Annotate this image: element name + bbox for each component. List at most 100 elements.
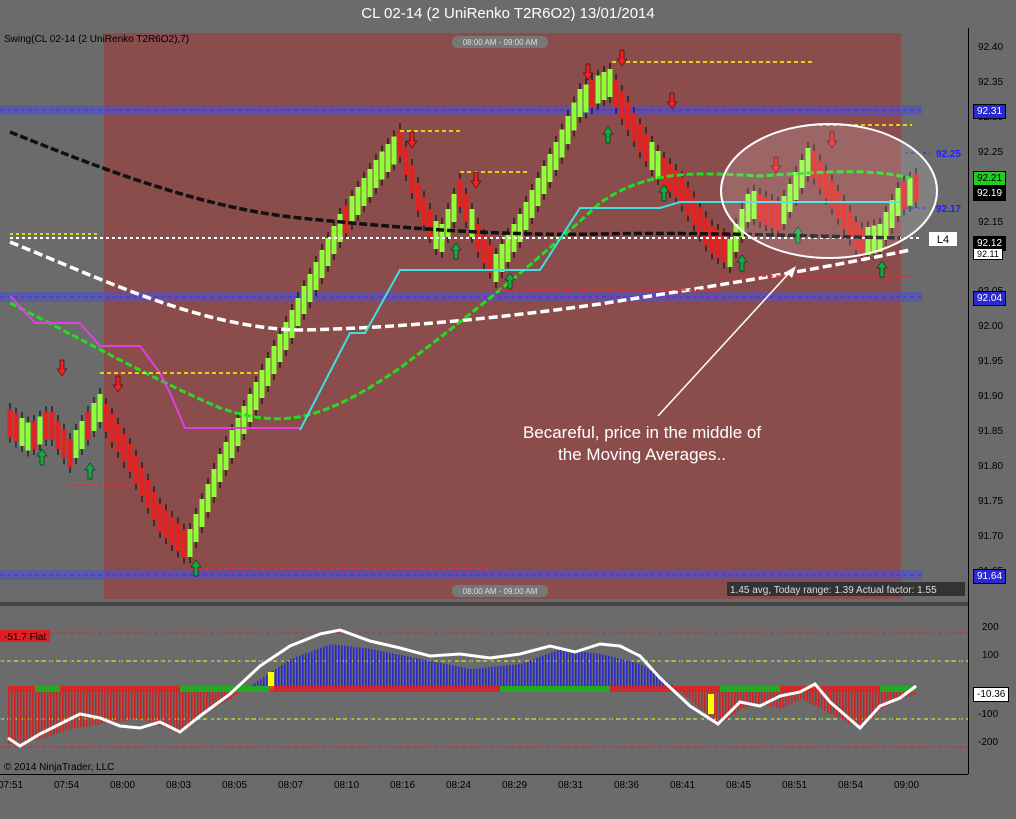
osc-bar-negative (116, 689, 118, 722)
osc-bar-positive (443, 663, 445, 689)
bear-bar (697, 207, 703, 236)
price-marker-92-19: 92.19 (973, 186, 1007, 201)
osc-bar-positive (512, 664, 514, 689)
osc-tick-m100: -100 (978, 709, 999, 720)
osc-tick-100: 100 (982, 650, 999, 661)
price-tick: 91.85 (978, 425, 1004, 437)
bear-bar (139, 468, 145, 496)
osc-bar-positive (482, 667, 484, 689)
bull-bar (529, 190, 535, 218)
time-tick: 08:36 (614, 780, 640, 791)
bear-bar (619, 91, 625, 119)
osc-bar-positive (524, 662, 526, 689)
bull-bar (223, 442, 229, 470)
osc-current-marker: -10.36 (973, 687, 1010, 702)
bear-bar (163, 510, 169, 539)
osc-bar-positive (332, 644, 334, 689)
osc-bar-negative (200, 689, 202, 714)
bull-bar (547, 154, 553, 182)
time-tick: 09:00 (894, 780, 920, 791)
osc-bar-positive (341, 645, 343, 689)
osc-bar-negative (167, 689, 169, 730)
bull-bar (229, 430, 235, 458)
osc-bar-positive (335, 644, 337, 689)
bull-bar (253, 382, 259, 410)
osc-bar-positive (452, 665, 454, 689)
osc-bar-positive (284, 663, 286, 689)
osc-bar-positive (281, 665, 283, 689)
osc-tick-200: 200 (982, 622, 999, 633)
osc-bar-negative (209, 689, 211, 710)
osc-bar-negative (26, 689, 28, 742)
oscillator-chart[interactable]: -51.7 Flat © 2014 NinjaTrader, LLC (0, 606, 968, 774)
osc-bar-positive (449, 664, 451, 689)
time-tick: 08:16 (390, 780, 416, 791)
osc-bar-negative (89, 689, 91, 726)
osc-bar-positive (605, 655, 607, 689)
osc-bar-negative (131, 689, 133, 721)
osc-bar-positive (296, 656, 298, 689)
osc-bar-positive (599, 653, 601, 689)
price-tick: 91.95 (978, 356, 1004, 368)
osc-bar-positive (581, 651, 583, 689)
price-tick: 92.35 (978, 76, 1004, 88)
osc-bar-positive (500, 666, 502, 689)
osc-bar-positive (467, 668, 469, 689)
osc-bar-negative (191, 689, 193, 723)
bear-bar (457, 179, 463, 207)
osc-bar-negative (119, 689, 121, 722)
price-chart[interactable]: 08:00 AM - 09:00 AM 08:00 AM - 09:00 AM … (0, 28, 968, 602)
osc-bar-positive (461, 667, 463, 689)
oscillator-panel[interactable]: -51.7 Flat © 2014 NinjaTrader, LLC (0, 606, 968, 774)
bear-bar (127, 444, 133, 472)
osc-bar-positive (338, 645, 340, 689)
osc-bar-negative (83, 689, 85, 727)
osc-bar-positive (344, 645, 346, 689)
osc-bar-positive (491, 666, 493, 689)
osc-bar-negative (719, 689, 721, 724)
osc-bar-positive (515, 664, 517, 689)
price-panel[interactable]: 08:00 AM - 09:00 AM 08:00 AM - 09:00 AM … (0, 28, 968, 602)
bear-bar (481, 235, 487, 264)
bear-bar (427, 209, 433, 237)
swing-low-label: 92.17 (936, 204, 961, 215)
time-tick: 07:51 (0, 780, 24, 791)
osc-bar-positive (566, 649, 568, 689)
bull-bar (271, 346, 277, 374)
osc-bar-positive (647, 668, 649, 689)
osc-bar-positive (302, 654, 304, 689)
bull-bar (247, 394, 253, 422)
time-tick: 08:05 (222, 780, 248, 791)
bear-bar (643, 133, 649, 161)
osc-bar-positive (398, 654, 400, 689)
bull-bar (241, 406, 247, 434)
osc-bar-positive (353, 646, 355, 689)
osc-bar-positive (542, 655, 544, 689)
osc-bar-negative (170, 689, 172, 731)
osc-bar-positive (320, 647, 322, 689)
bear-bar (589, 80, 595, 108)
osc-bar-positive (608, 656, 610, 689)
osc-bar-negative (35, 689, 37, 740)
price-tick: 91.90 (978, 391, 1004, 402)
bull-bar (565, 116, 571, 144)
osc-bar-negative (110, 689, 112, 723)
axis-separator (968, 28, 969, 774)
annotation-line1: Becareful, price in the middle of (523, 423, 761, 442)
osc-bar-negative (86, 689, 88, 727)
osc-plus-strip (500, 686, 610, 692)
bull-bar (361, 178, 367, 206)
osc-bar-positive (287, 661, 289, 689)
bear-bar (409, 165, 415, 193)
osc-bar-positive (497, 666, 499, 689)
osc-bar-positive (419, 658, 421, 689)
osc-bar-positive (584, 652, 586, 689)
osc-bar-negative (74, 689, 76, 729)
osc-bar-positive (518, 664, 520, 689)
osc-bar-negative (71, 689, 73, 729)
osc-bar-negative (188, 689, 190, 726)
bull-bar (283, 322, 289, 350)
osc-bar-positive (503, 665, 505, 689)
price-tick: 92.25 (978, 146, 1004, 158)
bear-bar (175, 523, 181, 552)
